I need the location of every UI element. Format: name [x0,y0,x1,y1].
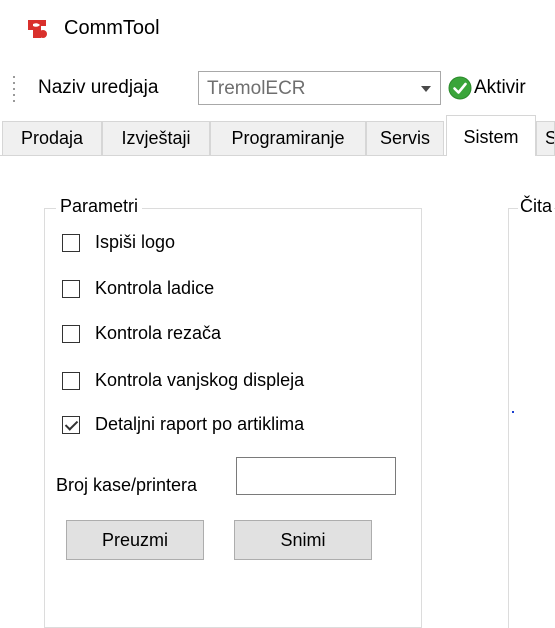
read-output-dot [512,411,514,413]
commtool-logo-icon [28,20,47,38]
detailed-report-checkbox[interactable] [62,416,80,434]
read-group [508,208,555,628]
detailed-report-label: Detaljni raport po artiklima [95,414,305,434]
drawer-control-checkbox[interactable] [62,280,80,298]
cutter-control-label: Kontrola rezača [95,323,222,343]
tab-servis[interactable]: Servis [366,121,444,155]
save-button[interactable]: Snimi [234,520,372,560]
printer-number-input[interactable] [236,457,396,495]
device-select-value: TremolECR [207,78,306,99]
activate-button[interactable]: Aktivir [474,77,526,99]
drawer-control-label: Kontrola ladice [95,278,215,298]
tab-izvjestaji[interactable]: Izvještaji [102,121,210,155]
print-logo-checkbox[interactable] [62,234,80,252]
check-circle-icon[interactable] [448,76,472,100]
cutter-control-checkbox[interactable] [62,325,80,343]
external-display-label: Kontrola vanjskog displeja [95,370,305,390]
printer-number-label: Broj kase/printera [56,475,198,495]
device-name-label: Naziv uredjaja [38,77,159,98]
tab-prodaja[interactable]: Prodaja [2,121,102,155]
tab-sistem[interactable]: Sistem [446,115,536,156]
tab-programiranje[interactable]: Programiranje [210,121,366,155]
device-select[interactable]: TremolECR [198,71,441,105]
toolbar-grip[interactable] [12,76,16,104]
chevron-down-icon[interactable] [421,86,431,92]
parametri-legend: Parametri [56,196,143,217]
external-display-checkbox[interactable] [62,372,80,390]
app-title: CommTool [64,17,160,39]
tab-next[interactable]: S [536,121,555,155]
download-button[interactable]: Preuzmi [66,520,204,560]
print-logo-label: Ispiši logo [95,232,176,252]
read-legend: Čita [518,196,555,217]
